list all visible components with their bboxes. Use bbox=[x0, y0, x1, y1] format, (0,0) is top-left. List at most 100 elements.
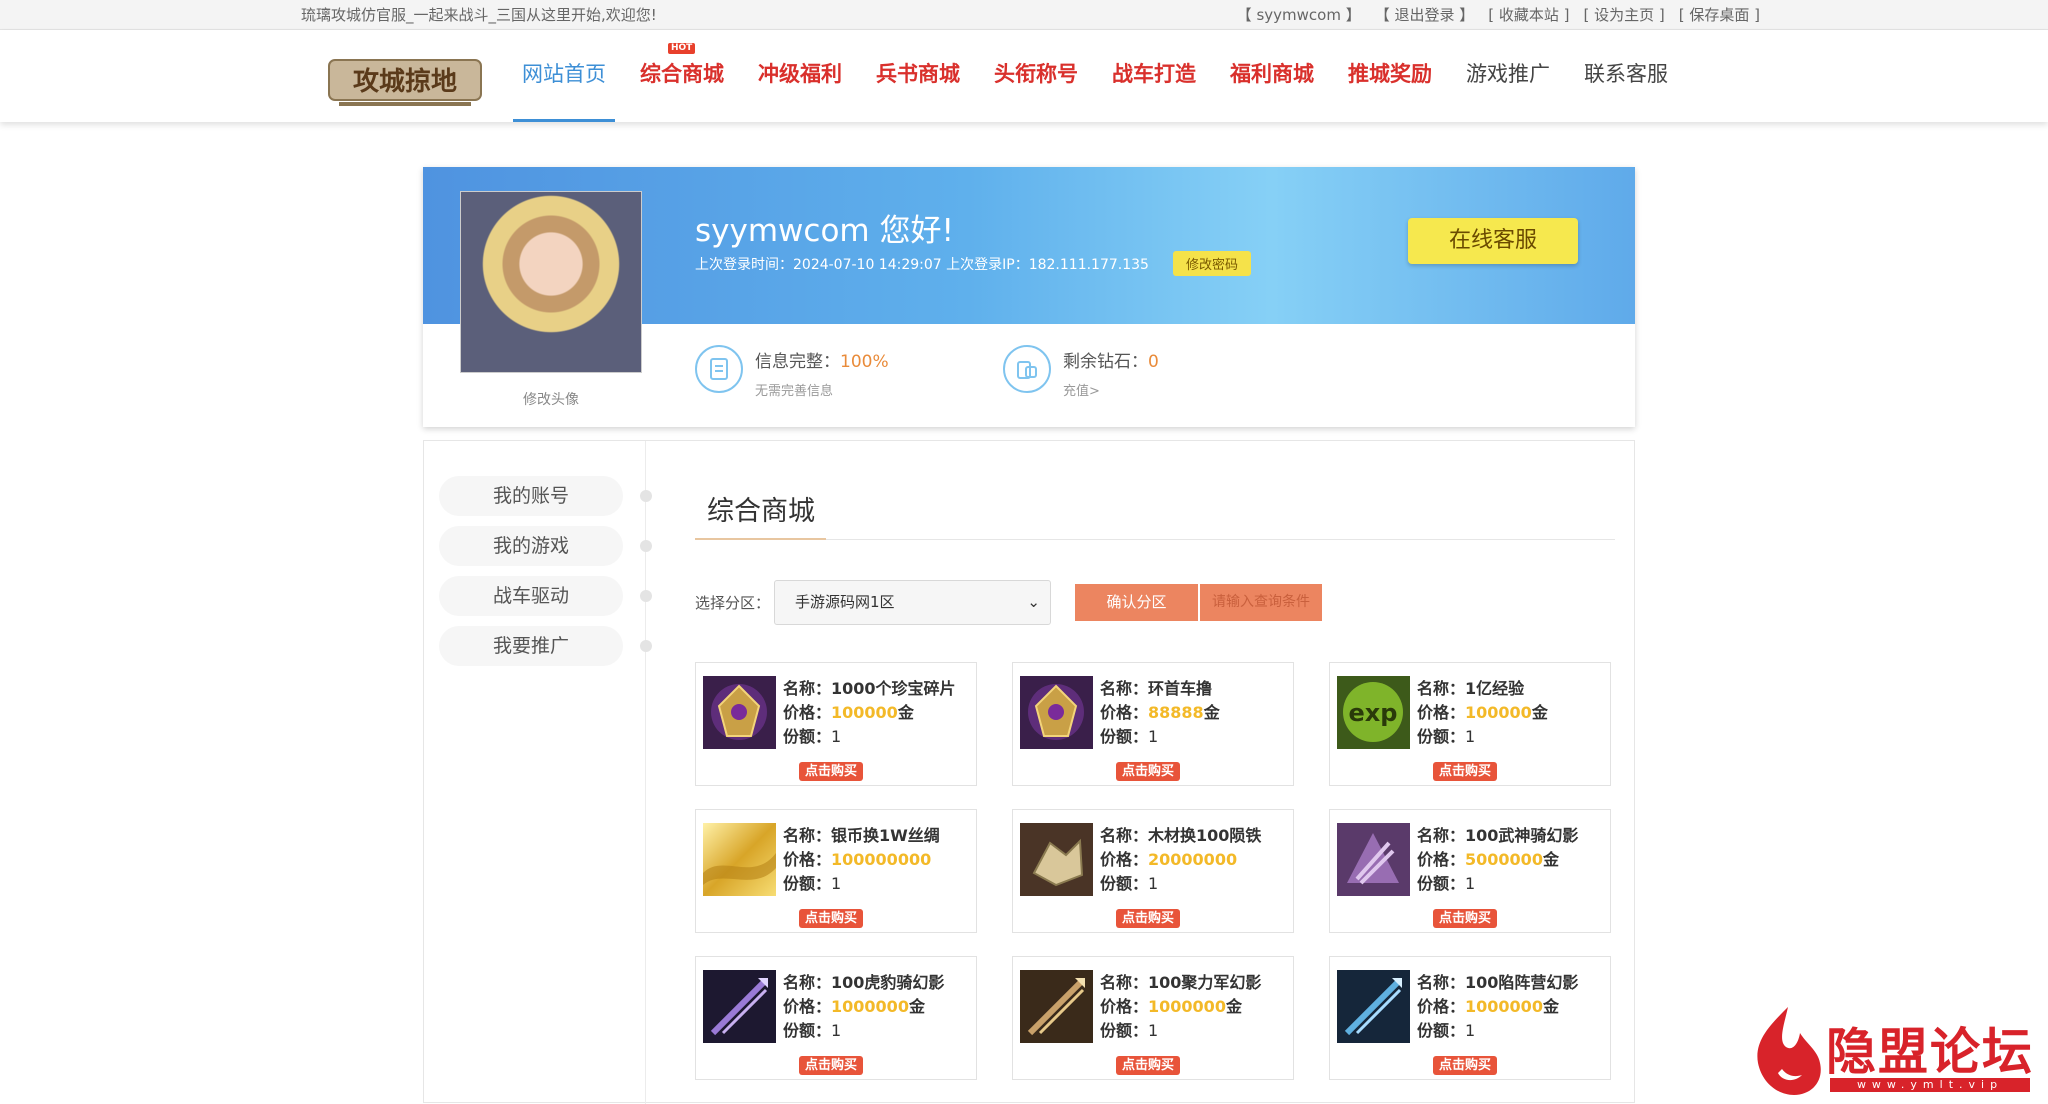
sidebar-item-games[interactable]: 我的游戏 bbox=[439, 526, 623, 566]
recharge-link[interactable]: 充值> bbox=[1063, 380, 1159, 399]
watermark-title: 隐盟论坛 bbox=[1826, 1023, 2034, 1081]
nav-label: 福利商城 bbox=[1230, 62, 1314, 86]
top-bar: 琉璃攻城仿官服_一起来战斗_三国从这里开始,欢迎您! 【 syymwcom 】 … bbox=[0, 0, 2048, 30]
zone-label: 选择分区： bbox=[695, 594, 771, 612]
nav-game-promo[interactable]: 游戏推广 bbox=[1449, 30, 1567, 122]
nav-level-bonus[interactable]: 冲级福利 bbox=[741, 30, 859, 122]
document-icon bbox=[695, 345, 743, 393]
product-price: 价格：20000000 bbox=[1100, 850, 1238, 869]
product-card: 名称：环首车撸 价格：88888金 份额：1 点击购买 bbox=[1012, 662, 1294, 786]
product-thumbnail bbox=[1020, 970, 1093, 1043]
buy-button[interactable]: 点击购买 bbox=[1433, 1056, 1497, 1075]
query-input[interactable]: 请输入查询条件 bbox=[1200, 584, 1322, 621]
nav-city-reward[interactable]: 推城奖励 bbox=[1331, 30, 1449, 122]
site-logo[interactable]: 攻城掠地 bbox=[325, 54, 485, 110]
svg-text:exp: exp bbox=[1349, 699, 1398, 727]
zone-select[interactable]: 手游源码网1区 ⌄ bbox=[774, 580, 1051, 625]
watermark-url: www.ymlt.vip bbox=[1830, 1078, 2030, 1092]
product-info: 名称：环首车撸 价格：88888金 份额：1 bbox=[1100, 677, 1220, 749]
product-price: 价格：5000000金 bbox=[1417, 850, 1559, 869]
product-info: 名称：银币换1W丝绸 价格：100000000 份额：1 bbox=[783, 824, 940, 896]
product-thumbnail bbox=[703, 970, 776, 1043]
product-price: 价格：1000000金 bbox=[1100, 997, 1242, 1016]
product-quota: 份额：1 bbox=[783, 727, 842, 746]
product-name: 名称：木材换100陨铁 bbox=[1100, 826, 1262, 845]
info-complete-value: 100% bbox=[840, 352, 889, 372]
sidebar-item-chariot[interactable]: 战车驱动 bbox=[439, 576, 623, 616]
online-service-button[interactable]: 在线客服 bbox=[1408, 218, 1578, 264]
product-thumbnail: exp bbox=[1337, 676, 1410, 749]
set-homepage-link[interactable]: [ 设为主页 ] bbox=[1584, 4, 1665, 25]
product-card: 名称：1000个珍宝碎片 价格：100000金 份额：1 点击购买 bbox=[695, 662, 977, 786]
buy-button[interactable]: 点击购买 bbox=[799, 762, 863, 781]
product-name: 名称：1亿经验 bbox=[1417, 679, 1525, 698]
sidebar: 我的账号 我的游戏 战车驱动 我要推广 bbox=[424, 441, 652, 1104]
product-thumbnail bbox=[1337, 823, 1410, 896]
buy-button[interactable]: 点击购买 bbox=[1116, 762, 1180, 781]
product-info: 名称：木材换100陨铁 价格：20000000 份额：1 bbox=[1100, 824, 1261, 896]
product-info: 名称：1亿经验价格：100000金 份额：1 bbox=[1417, 677, 1548, 749]
diamond-stat: 剩余钻石：0 充值> bbox=[1003, 345, 1159, 399]
nav-welfare-mall[interactable]: 福利商城 bbox=[1213, 30, 1331, 122]
sidebar-item-promote[interactable]: 我要推广 bbox=[439, 626, 623, 666]
product-quota: 份额：1 bbox=[1100, 727, 1159, 746]
change-password-button[interactable]: 修改密码 bbox=[1172, 251, 1251, 276]
logout-link[interactable]: 【 退出登录 】 bbox=[1375, 4, 1475, 25]
confirm-zone-button[interactable]: 确认分区 bbox=[1075, 584, 1198, 621]
wallet-icon bbox=[1003, 345, 1051, 393]
top-links: 【 syymwcom 】 【 退出登录 】 [ 收藏本站 ] [ 设为主页 ] … bbox=[1237, 4, 1760, 25]
greeting: syymwcom 您好! bbox=[695, 213, 954, 249]
nav-label: 游戏推广 bbox=[1466, 62, 1550, 86]
diamond-label: 剩余钻石：0 bbox=[1063, 352, 1159, 372]
product-quota: 份额：1 bbox=[1417, 874, 1476, 893]
nav-label: 联系客服 bbox=[1584, 62, 1668, 86]
main-nav: 网站首页 HOT 综合商城 冲级福利 兵书商城 头衔称号 战车打造 福利商城 推城… bbox=[505, 30, 1685, 122]
product-info: 名称：100陷阵营幻影 价格：1000000金 份额：1 bbox=[1417, 971, 1578, 1043]
buy-button[interactable]: 点击购买 bbox=[1116, 909, 1180, 928]
nav-home[interactable]: 网站首页 bbox=[505, 30, 623, 122]
mall-title: 综合商城 bbox=[707, 496, 815, 527]
product-quota: 份额：1 bbox=[783, 874, 842, 893]
nav-general-mall[interactable]: HOT 综合商城 bbox=[623, 30, 741, 122]
product-card: 名称：100武神骑幻影 价格：5000000金 份额：1 点击购买 bbox=[1329, 809, 1611, 933]
last-login-text: 上次登录时间：2024-07-10 14:29:07 上次登录IP：182.11… bbox=[695, 256, 1149, 273]
buy-button[interactable]: 点击购买 bbox=[799, 909, 863, 928]
product-card: 名称：100聚力军幻影 价格：1000000金 份额：1 点击购买 bbox=[1012, 956, 1294, 1080]
avatar[interactable] bbox=[460, 191, 642, 373]
diamond-value: 0 bbox=[1148, 352, 1159, 372]
product-quota: 份额：1 bbox=[1100, 874, 1159, 893]
nav-book-mall[interactable]: 兵书商城 bbox=[859, 30, 977, 122]
product-thumbnail bbox=[703, 823, 776, 896]
nav-titles[interactable]: 头衔称号 bbox=[977, 30, 1095, 122]
user-link[interactable]: 【 syymwcom 】 bbox=[1237, 4, 1361, 25]
product-price: 价格：1000000金 bbox=[1417, 997, 1559, 1016]
nav-chariot[interactable]: 战车打造 bbox=[1095, 30, 1213, 122]
buy-button[interactable]: 点击购买 bbox=[1116, 1056, 1180, 1075]
nav-label: 战车打造 bbox=[1112, 62, 1196, 86]
nav-label: 推城奖励 bbox=[1348, 62, 1432, 86]
product-card: 名称：银币换1W丝绸 价格：100000000 份额：1 点击购买 bbox=[695, 809, 977, 933]
nav-contact[interactable]: 联系客服 bbox=[1567, 30, 1685, 122]
buy-button[interactable]: 点击购买 bbox=[1433, 762, 1497, 781]
product-price: 价格：100000金 bbox=[1417, 703, 1548, 722]
product-thumbnail bbox=[1020, 823, 1093, 896]
logo-text: 攻城掠地 bbox=[353, 67, 457, 97]
buy-button[interactable]: 点击购买 bbox=[799, 1056, 863, 1075]
buy-button[interactable]: 点击购买 bbox=[1433, 909, 1497, 928]
sidebar-item-account[interactable]: 我的账号 bbox=[439, 476, 623, 516]
product-name: 名称：100虎豹骑幻影 bbox=[783, 973, 945, 992]
nav-label: 兵书商城 bbox=[876, 62, 960, 86]
content-panel: 我的账号 我的游戏 战车驱动 我要推广 综合商城 选择分区： 手游源码网1区 ⌄… bbox=[423, 440, 1635, 1104]
product-card: 名称：100陷阵营幻影 价格：1000000金 份额：1 点击购买 bbox=[1329, 956, 1611, 1080]
nav-label: 网站首页 bbox=[522, 62, 606, 86]
product-info: 名称：100武神骑幻影 价格：5000000金 份额：1 bbox=[1417, 824, 1578, 896]
product-price: 价格：100000000 bbox=[783, 850, 932, 869]
product-name: 名称：100武神骑幻影 bbox=[1417, 826, 1579, 845]
product-quota: 份额：1 bbox=[1417, 727, 1476, 746]
hot-badge: HOT bbox=[668, 43, 696, 54]
title-divider bbox=[695, 539, 1615, 540]
sidebar-dot bbox=[640, 590, 652, 602]
change-avatar-link[interactable]: 修改头像 bbox=[460, 389, 642, 409]
save-desktop-link[interactable]: [ 保存桌面 ] bbox=[1679, 4, 1760, 25]
bookmark-link[interactable]: [ 收藏本站 ] bbox=[1488, 4, 1569, 25]
